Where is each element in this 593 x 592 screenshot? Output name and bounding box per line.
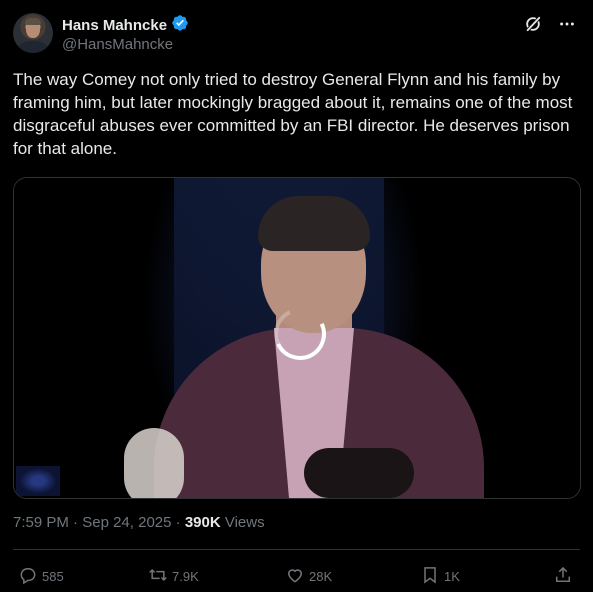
views-count: 390K — [184, 514, 221, 531]
avatar-suit — [17, 41, 49, 53]
grok-icon[interactable] — [523, 14, 543, 34]
tweet-text: The way Comey not only tried to destroy … — [13, 70, 573, 158]
share-button[interactable] — [553, 565, 573, 588]
repost-icon — [148, 565, 168, 588]
meta-separator: · — [171, 514, 185, 531]
verified-badge-icon — [171, 14, 189, 37]
reply-icon — [18, 565, 38, 588]
avatar[interactable] — [13, 13, 53, 53]
author-name-row: Hans Mahncke — [62, 14, 189, 37]
reply-button[interactable]: 585 — [18, 565, 64, 588]
divider — [13, 549, 580, 550]
bookmark-icon — [420, 565, 440, 588]
bookmark-count: 1K — [444, 569, 460, 584]
views-label: Views — [220, 514, 265, 531]
video-corner-logo — [16, 466, 60, 496]
bookmark-button[interactable]: 1K — [420, 565, 460, 588]
like-button[interactable]: 28K — [285, 565, 332, 588]
repost-button[interactable]: 7.9K — [148, 565, 199, 588]
share-icon — [553, 565, 573, 588]
video-player[interactable] — [13, 177, 581, 499]
tweet-meta: 7:59 PM · Sep 24, 2025 · 390K Views — [13, 514, 265, 531]
video-person-hair — [258, 196, 370, 251]
repost-count: 7.9K — [172, 569, 199, 584]
video-person-knee — [124, 428, 184, 498]
avatar-hair — [25, 18, 41, 25]
reply-count: 585 — [42, 569, 64, 584]
meta-separator: · — [68, 514, 83, 531]
top-actions — [523, 14, 577, 34]
tweet-date[interactable]: Sep 24, 2025 — [82, 514, 171, 531]
like-icon — [285, 565, 305, 588]
author-handle[interactable]: @HansMahncke — [62, 36, 173, 53]
author-display-name[interactable]: Hans Mahncke — [62, 17, 167, 34]
action-bar: 585 7.9K 28K 1K — [0, 565, 593, 585]
like-count: 28K — [309, 569, 333, 584]
tweet-time[interactable]: 7:59 PM — [13, 514, 69, 531]
more-icon[interactable] — [557, 14, 577, 34]
video-person-hand — [304, 448, 414, 498]
